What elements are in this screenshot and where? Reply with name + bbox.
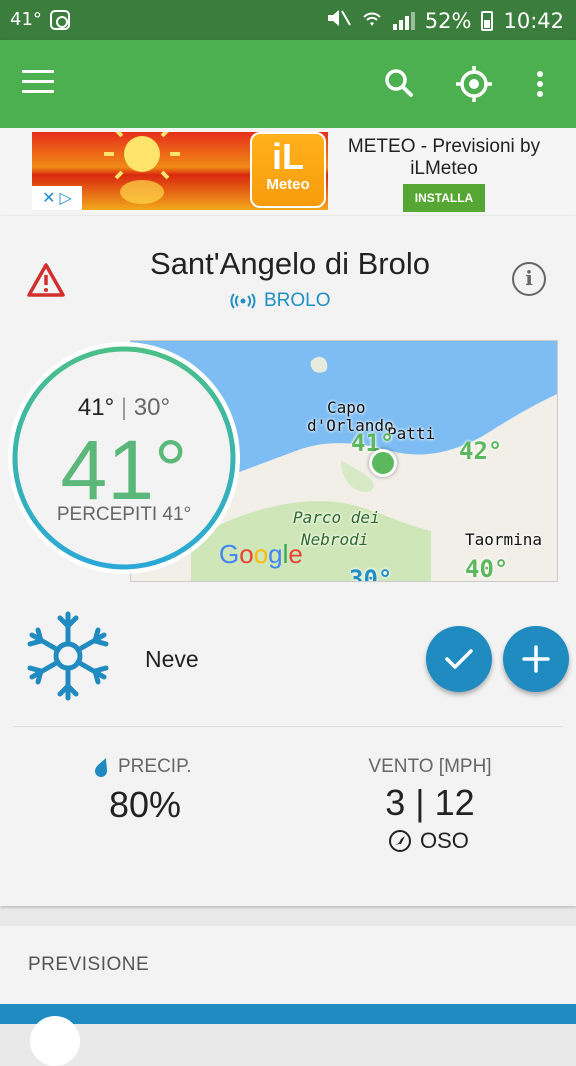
snowflake-icon — [22, 610, 114, 707]
close-icon[interactable]: ✕ — [42, 188, 55, 208]
precip-value: 80% — [108, 784, 182, 825]
wind-label: VENTO [MPH] — [368, 756, 492, 777]
mute-icon — [325, 7, 351, 34]
temperature-gauge: 41° | 30° 41° PERCEPITI 41° — [8, 342, 240, 574]
precip-label-row: PRECIP. — [92, 756, 212, 778]
battery-percent: 52% — [424, 8, 472, 33]
search-icon[interactable] — [378, 62, 422, 106]
min-temp: 30° — [133, 394, 171, 421]
add-button[interactable] — [503, 626, 569, 692]
warning-icon[interactable] — [26, 262, 66, 303]
locate-icon[interactable] — [452, 62, 496, 106]
condition-label: Neve — [145, 646, 199, 672]
station-name: BROLO — [264, 290, 331, 311]
wind-direction: OSO — [388, 828, 469, 854]
forecast-bar[interactable] — [0, 1004, 576, 1024]
map-label-capo: Capo — [327, 398, 366, 417]
city-name: Sant'Angelo di Brolo — [150, 246, 430, 281]
signal-icon — [392, 11, 415, 30]
wind-direction-icon — [389, 830, 411, 852]
confirm-button[interactable] — [426, 626, 492, 692]
map-temp-3: 30° — [349, 565, 393, 582]
wind-value: 3 | 12 — [385, 782, 475, 823]
battery-icon — [481, 10, 494, 31]
wind-direction-label: OSO — [420, 828, 469, 853]
ad-text[interactable]: METEO - Previsioni by iLMeteo INSTALLA — [330, 136, 558, 212]
forecast-header: PREVISIONE — [28, 954, 150, 975]
menu-icon[interactable] — [22, 70, 54, 94]
status-temperature: 41° — [10, 9, 42, 30]
clock: 10:42 — [503, 8, 564, 33]
app-bar — [0, 40, 576, 128]
precip-label: PRECIP. — [118, 756, 192, 777]
ad-title: METEO - Previsioni by iLMeteo — [347, 136, 541, 179]
current-temp: 41° — [60, 423, 188, 517]
play-icon[interactable]: ▷ — [60, 188, 72, 208]
ilmeteo-logo[interactable]: iL Meteo — [250, 132, 326, 208]
map-label-taormina: Taormina — [465, 530, 543, 549]
station-link[interactable]: BROLO — [230, 290, 331, 312]
install-button[interactable]: INSTALLA — [402, 184, 486, 212]
plus-icon — [522, 645, 550, 673]
divider — [14, 726, 562, 727]
adchoices-icon[interactable]: ✕ ▷ — [32, 186, 82, 210]
check-icon — [445, 649, 473, 669]
status-bar: 41° 52% 10:42 — [0, 0, 576, 40]
info-icon[interactable]: i — [512, 262, 546, 296]
overflow-menu-icon[interactable] — [520, 62, 564, 106]
map-temp-4: 40° — [465, 555, 509, 582]
map-temp-2: 42° — [459, 437, 503, 465]
raindrop-icon — [95, 758, 107, 777]
weather-card: Sant'Angelo di Brolo BROLO i Capo d'Orla… — [0, 216, 576, 906]
ad-banner[interactable]: iL Meteo ✕ ▷ METEO - Previsioni by iLMet… — [0, 128, 576, 216]
min-max-temp: 41° | 30° — [77, 394, 171, 421]
feels-like: PERCEPITI 41° — [56, 504, 192, 525]
map-label-parco: Parco dei — [293, 508, 380, 527]
max-temp: 41° — [77, 394, 115, 421]
instagram-icon — [49, 9, 70, 30]
broadcast-icon — [230, 293, 256, 309]
location-marker-icon[interactable] — [369, 449, 397, 477]
map-label-nebrodi: Nebrodi — [301, 530, 369, 549]
wifi-icon — [361, 8, 383, 33]
forecast-section: PREVISIONE — [0, 926, 576, 1066]
